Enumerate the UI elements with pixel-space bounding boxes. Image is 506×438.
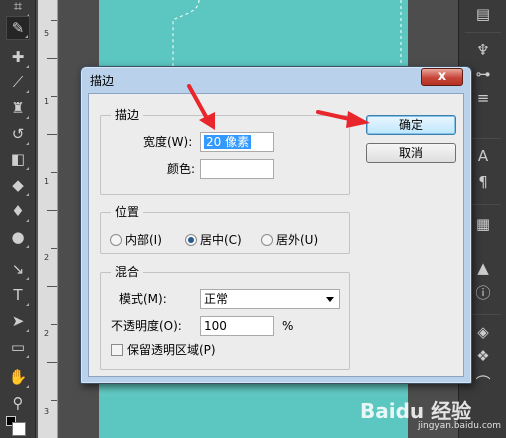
radio-inside[interactable]: 内部(I) <box>110 231 162 248</box>
zoom-tool-icon[interactable]: ⚲ <box>6 391 30 415</box>
preserve-transparency-checkbox[interactable] <box>111 344 123 356</box>
clone-stamp-tool-icon[interactable]: ♜ <box>6 96 30 120</box>
eraser-tool-icon[interactable]: ◧ <box>6 147 30 171</box>
type-tool-icon[interactable]: T <box>6 283 30 307</box>
close-icon: x <box>437 69 447 84</box>
blend-mode-select[interactable]: 正常 <box>200 289 340 309</box>
radio-outside-indicator <box>261 233 273 246</box>
paragraph-panel-icon[interactable]: ¶ <box>469 170 497 194</box>
vertical-ruler: 5 1 1 2 2 3 <box>38 0 58 438</box>
opacity-unit: % <box>282 319 294 333</box>
character-panel-icon[interactable]: A <box>469 144 497 168</box>
ruler-number: 2 <box>44 253 50 262</box>
histogram-icon[interactable]: ▲ <box>469 256 497 280</box>
radio-center-indicator <box>185 233 197 246</box>
radio-outside[interactable]: 居外(U) <box>261 231 318 248</box>
paint-bucket-tool-icon[interactable]: ◆ <box>6 173 30 197</box>
swatches-icon[interactable]: ▦ <box>469 212 497 236</box>
chevron-down-icon <box>326 297 334 302</box>
radio-center[interactable]: 居中(C) <box>185 231 242 248</box>
width-label: 宽度(W): <box>143 135 193 149</box>
stroke-group: 描边 宽度(W): 20 像素 颜色: <box>100 107 350 195</box>
radio-outside-label: 居外(U) <box>276 233 319 247</box>
radio-inside-label: 内部(I) <box>125 233 162 247</box>
width-value: 20 像素 <box>204 135 252 149</box>
eyedropper-tool-icon[interactable]: ✎ <box>6 16 30 40</box>
stroke-group-legend: 描边 <box>111 107 144 123</box>
adjustments-icon[interactable]: ⊶ <box>469 62 497 86</box>
history-brush-tool-icon[interactable]: ↺ <box>6 122 30 146</box>
cancel-button[interactable]: 取消 <box>366 143 456 163</box>
ruler-number: 5 <box>44 29 50 38</box>
selection-marquee <box>172 0 402 70</box>
blend-mode-value: 正常 <box>204 292 229 306</box>
ruler-number: 1 <box>44 177 50 186</box>
watermark-brand: Bai​du 经验 <box>360 399 472 423</box>
rectangle-tool-icon[interactable]: ▭ <box>6 335 30 359</box>
color-label: 颜色: <box>167 162 196 176</box>
color-swatch[interactable] <box>200 159 274 179</box>
mode-label: 模式(M): <box>119 292 167 306</box>
baidu-jingyan-watermark: Bai​du 经验 jingyan.baidu.com <box>360 395 502 435</box>
channels-icon[interactable]: ❖ <box>469 344 497 368</box>
blur-tool-icon[interactable]: ♦ <box>6 199 30 223</box>
width-input[interactable]: 20 像素 <box>200 132 274 152</box>
history-panel-icon[interactable]: ▤ <box>469 2 497 26</box>
path-selection-tool-icon[interactable]: ➤ <box>6 309 30 333</box>
hand-tool-icon[interactable]: ✋ <box>6 365 30 389</box>
stroke-dialog: 描边 x 描边 宽度(W): 20 像素 颜色: 位置 内部(I) 居中(C) <box>80 66 472 384</box>
healing-brush-tool-icon[interactable]: ✚ <box>6 45 30 69</box>
pen-tool-icon[interactable]: ↘ <box>6 257 30 281</box>
position-group-legend: 位置 <box>111 204 144 220</box>
dialog-body: 描边 宽度(W): 20 像素 颜色: 位置 内部(I) 居中(C) 居外(U) <box>88 93 464 377</box>
watermark-url: jingyan.baidu.com <box>418 421 502 431</box>
background-color-swatch[interactable] <box>12 422 26 436</box>
radio-center-label: 居中(C) <box>200 233 242 247</box>
dialog-title: 描边 <box>90 74 115 88</box>
close-button[interactable]: x <box>421 68 463 86</box>
ruler-number: 1 <box>44 97 50 106</box>
dodge-tool-icon[interactable]: ● <box>6 225 30 249</box>
position-group: 位置 内部(I) 居中(C) 居外(U) <box>100 204 350 254</box>
brush-tool-icon[interactable]: ⟋ <box>6 70 30 94</box>
radio-inside-indicator <box>110 233 122 246</box>
opacity-value: 100 <box>204 319 227 333</box>
properties-icon[interactable]: ≡ <box>469 86 497 110</box>
blend-group-legend: 混合 <box>111 264 144 280</box>
opacity-label: 不透明度(O): <box>111 319 182 333</box>
brush-presets-icon[interactable]: ♆ <box>469 38 497 62</box>
tools-panel: ⌗ ✎ ✚ ⟋ ♜ ↺ ◧ ◆ ♦ ● ↘ T ➤ ▭ ✋ ⚲ <box>0 0 36 438</box>
opacity-input[interactable]: 100 <box>200 316 274 336</box>
blend-group: 混合 模式(M): 正常 不透明度(O): 100 % 保留透明区域(P) <box>100 264 350 370</box>
preserve-transparency-label: 保留透明区域(P) <box>127 343 216 357</box>
ok-button[interactable]: 确定 <box>366 115 456 135</box>
ruler-number: 3 <box>44 407 50 416</box>
layers-icon[interactable]: ◈ <box>469 320 497 344</box>
info-icon[interactable]: ⓘ <box>469 280 497 304</box>
ruler-number: 2 <box>44 329 50 338</box>
paths-icon[interactable]: ⌒ <box>469 370 497 394</box>
dialog-titlebar[interactable]: 描边 x <box>81 67 471 93</box>
